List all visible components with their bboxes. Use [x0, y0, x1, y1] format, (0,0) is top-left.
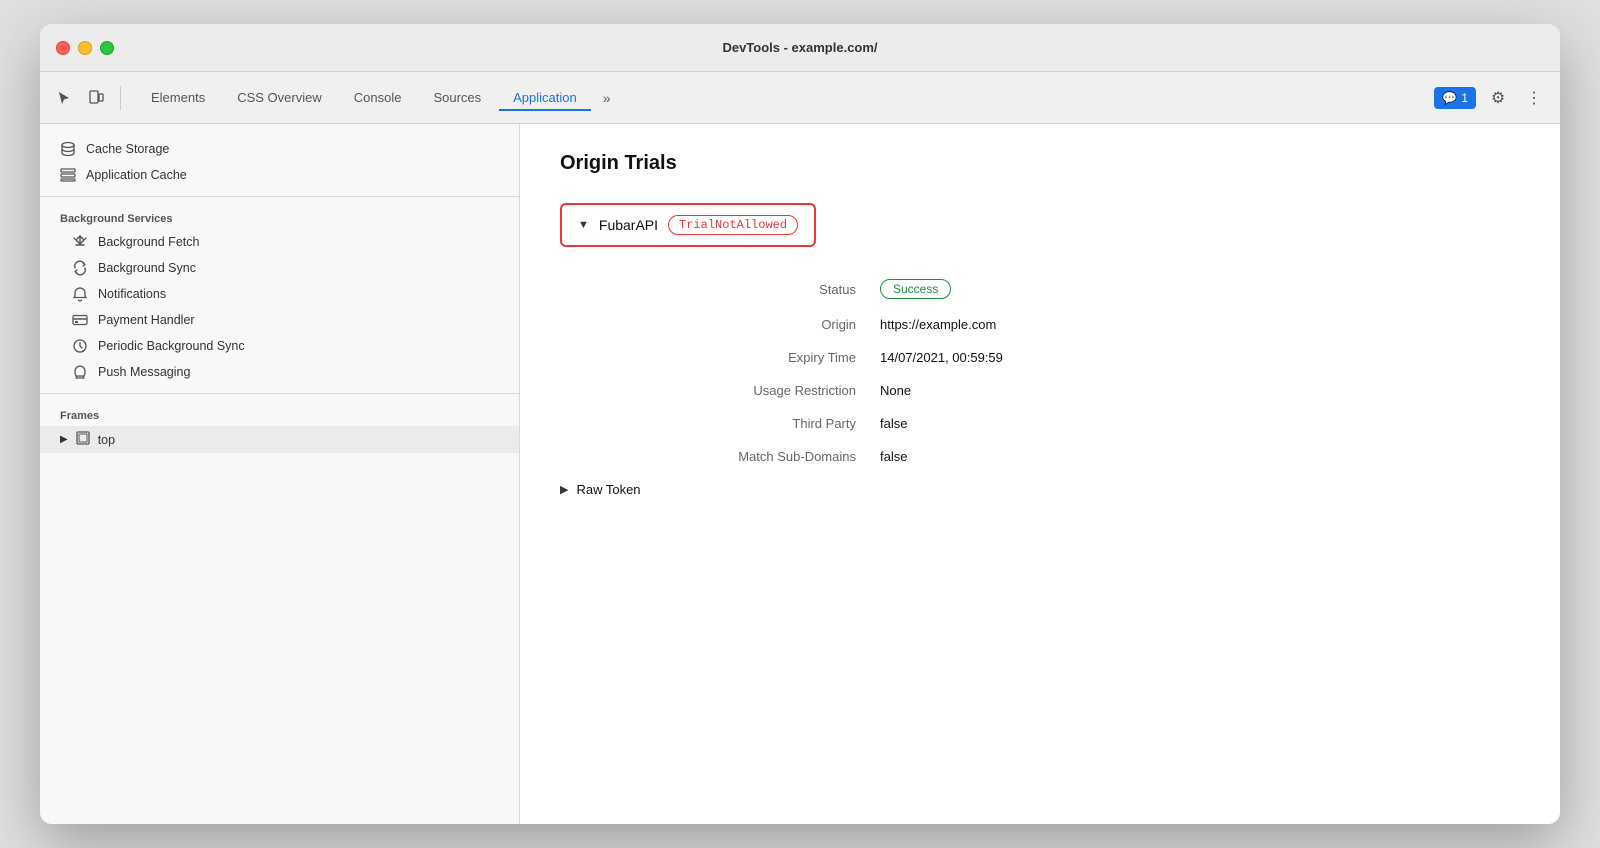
fubar-api-name: FubarAPI [599, 217, 658, 233]
payment-handler-label: Payment Handler [98, 313, 195, 327]
devtools-more-button[interactable]: ⋮ [1520, 84, 1548, 112]
title-bar: DevTools - example.com/ [40, 24, 1560, 72]
fubar-collapse-arrow: ▼ [578, 219, 589, 231]
messages-badge-button[interactable]: 💬 1 [1434, 87, 1476, 109]
minimize-button[interactable] [78, 41, 92, 55]
third-party-label: Third Party [560, 416, 880, 431]
frames-header: Frames [40, 402, 519, 426]
cursor-icon[interactable] [52, 86, 76, 110]
device-icon[interactable] [84, 86, 108, 110]
sidebar-item-application-cache[interactable]: Application Cache [40, 162, 519, 188]
tab-bar: Elements CSS Overview Console Sources Ap… [40, 72, 1560, 124]
usage-restriction-label: Usage Restriction [560, 383, 880, 398]
status-badge: Success [880, 279, 951, 299]
background-sync-icon [72, 260, 88, 276]
settings-button[interactable]: ⚙ [1484, 84, 1512, 112]
detail-row-usage-restriction: Usage Restriction None [560, 383, 1520, 398]
main-area: Cache Storage Application Cache [40, 124, 1560, 824]
expiry-value: 14/07/2021, 00:59:59 [880, 350, 1003, 365]
sidebar-item-background-fetch[interactable]: Background Fetch [40, 229, 519, 255]
tab-bar-right: 💬 1 ⚙ ⋮ [1434, 84, 1548, 112]
raw-token-row[interactable]: ▶ Raw Token [560, 482, 1520, 497]
tab-sources[interactable]: Sources [419, 84, 495, 111]
frame-icon [76, 431, 90, 448]
origin-value: https://example.com [880, 317, 996, 332]
background-services-header: Background Services [40, 205, 519, 229]
more-tabs-button[interactable]: » [595, 86, 619, 110]
application-cache-icon [60, 167, 76, 183]
expand-icon: ▶ [60, 434, 68, 445]
detail-row-status: Status Success [560, 279, 1520, 299]
sidebar-divider-1 [40, 196, 519, 197]
fubar-api-row[interactable]: ▼ FubarAPI TrialNotAllowed [560, 203, 816, 247]
raw-token-arrow: ▶ [560, 483, 568, 496]
message-icon: 💬 [1442, 91, 1457, 105]
background-fetch-icon [72, 234, 88, 250]
push-messaging-icon [72, 364, 88, 380]
background-services-section: Background Services Background Fetch [40, 205, 519, 385]
cache-storage-label: Cache Storage [86, 142, 169, 156]
periodic-background-sync-icon [72, 338, 88, 354]
sidebar-item-push-messaging[interactable]: Push Messaging [40, 359, 519, 385]
sidebar-item-notifications[interactable]: Notifications [40, 281, 519, 307]
trial-not-allowed-badge: TrialNotAllowed [668, 215, 798, 235]
top-frame-label: top [98, 433, 115, 447]
origin-label: Origin [560, 317, 880, 332]
traffic-lights [56, 41, 114, 55]
detail-row-expiry: Expiry Time 14/07/2021, 00:59:59 [560, 350, 1520, 365]
frames-section: Frames ▶ top [40, 402, 519, 453]
notifications-label: Notifications [98, 287, 166, 301]
cache-storage-icon [60, 141, 76, 157]
close-button[interactable] [56, 41, 70, 55]
expiry-label: Expiry Time [560, 350, 880, 365]
background-fetch-label: Background Fetch [98, 235, 199, 249]
sidebar-item-background-sync[interactable]: Background Sync [40, 255, 519, 281]
third-party-value: false [880, 416, 907, 431]
toolbar-divider [120, 86, 121, 110]
detail-table: Status Success Origin https://example.co… [560, 279, 1520, 464]
sidebar: Cache Storage Application Cache [40, 124, 520, 824]
usage-restriction-value: None [880, 383, 911, 398]
application-cache-label: Application Cache [86, 168, 187, 182]
tab-elements[interactable]: Elements [137, 84, 219, 111]
detail-row-origin: Origin https://example.com [560, 317, 1520, 332]
status-label: Status [560, 282, 880, 297]
devtools-window: DevTools - example.com/ Elements CSS Ove… [40, 24, 1560, 824]
tab-console[interactable]: Console [340, 84, 416, 111]
sidebar-item-payment-handler[interactable]: Payment Handler [40, 307, 519, 333]
tab-application[interactable]: Application [499, 84, 591, 111]
detail-row-third-party: Third Party false [560, 416, 1520, 431]
match-subdomains-label: Match Sub-Domains [560, 449, 880, 464]
message-count: 1 [1461, 91, 1468, 105]
background-sync-label: Background Sync [98, 261, 196, 275]
detail-row-match-subdomains: Match Sub-Domains false [560, 449, 1520, 464]
window-title: DevTools - example.com/ [722, 40, 877, 55]
maximize-button[interactable] [100, 41, 114, 55]
page-title: Origin Trials [560, 152, 1520, 175]
toolbar-tools [52, 86, 125, 110]
push-messaging-label: Push Messaging [98, 365, 190, 379]
match-subdomains-value: false [880, 449, 907, 464]
sidebar-item-cache-storage[interactable]: Cache Storage [40, 136, 519, 162]
content-panel: Origin Trials ▼ FubarAPI TrialNotAllowed… [520, 124, 1560, 824]
periodic-background-sync-label: Periodic Background Sync [98, 339, 245, 353]
storage-section: Cache Storage Application Cache [40, 136, 519, 188]
sidebar-item-periodic-background-sync[interactable]: Periodic Background Sync [40, 333, 519, 359]
payment-handler-icon [72, 312, 88, 328]
notifications-icon [72, 286, 88, 302]
sidebar-item-top[interactable]: ▶ top [40, 426, 519, 453]
tab-css-overview[interactable]: CSS Overview [223, 84, 336, 111]
sidebar-divider-2 [40, 393, 519, 394]
raw-token-label: Raw Token [576, 482, 640, 497]
